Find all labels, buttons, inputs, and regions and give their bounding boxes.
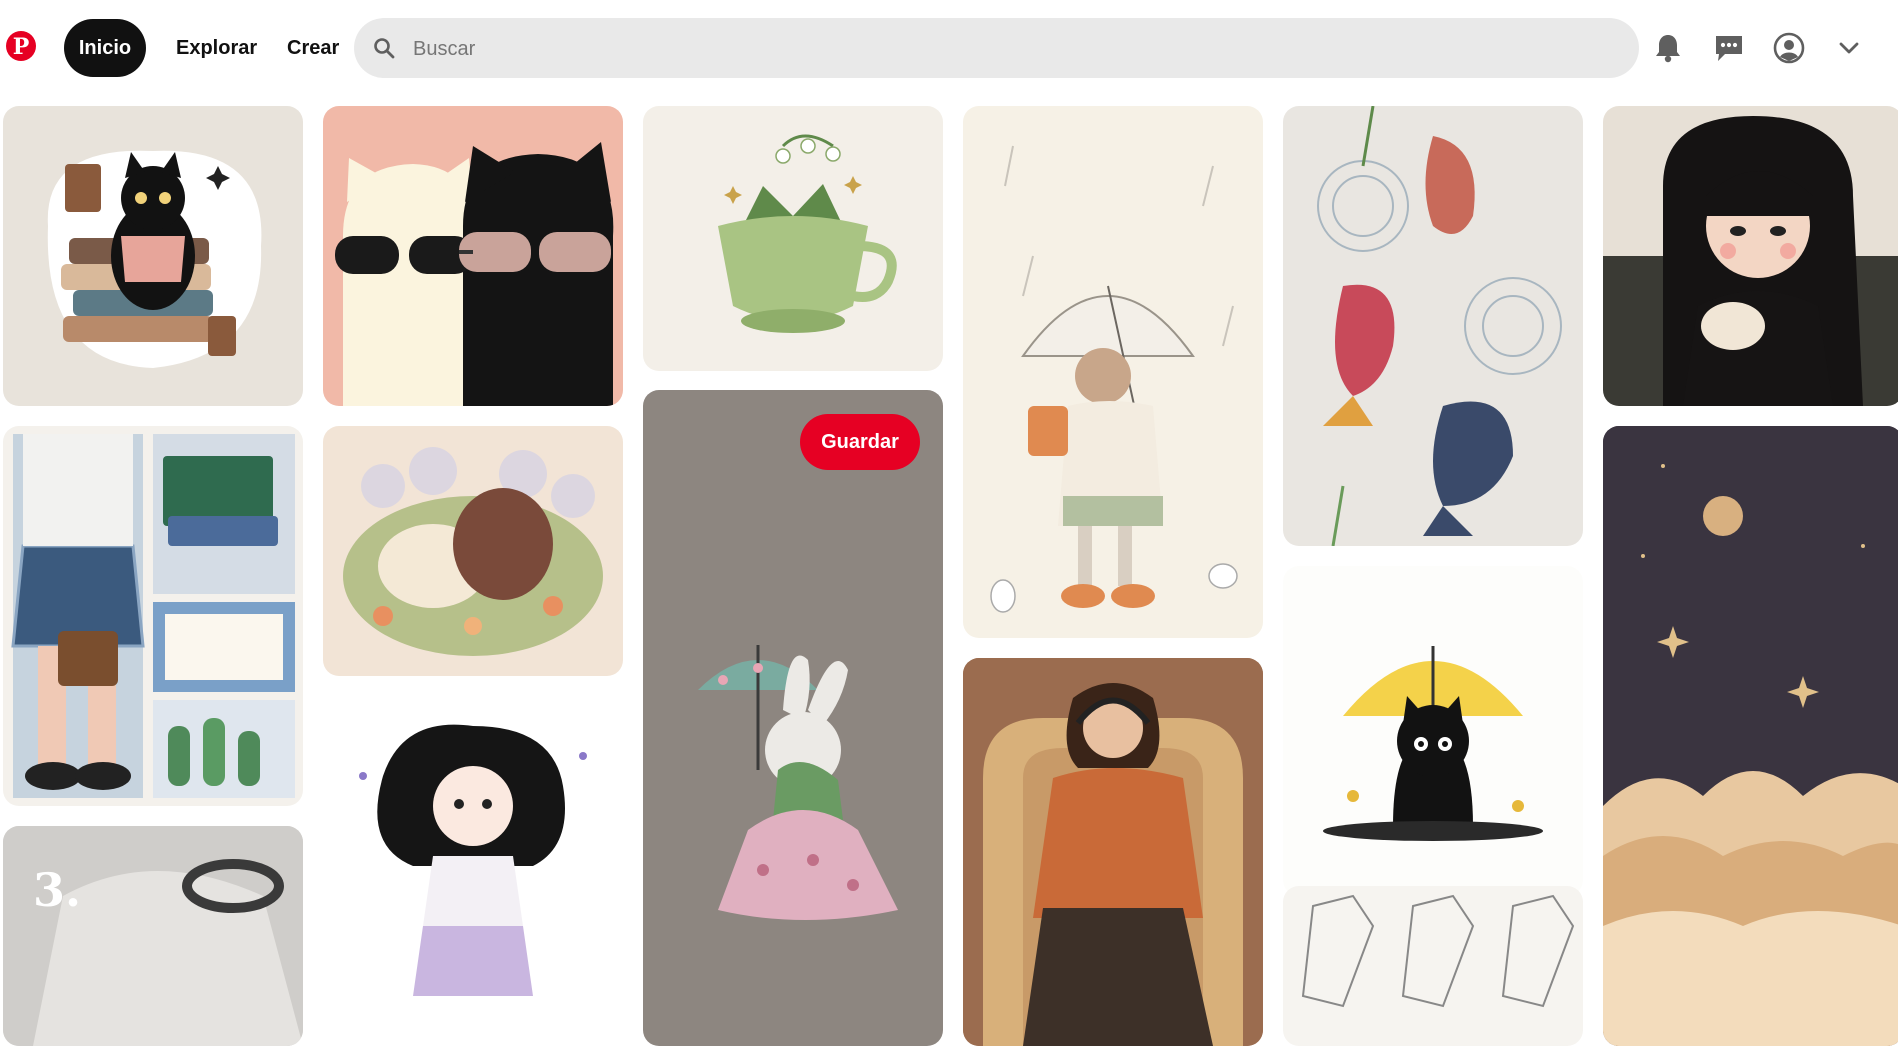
pin-card[interactable] [1283,886,1583,1046]
pin-card[interactable] [1283,106,1583,546]
pin-image [359,724,587,996]
pin-card[interactable] [323,106,623,406]
pin-card[interactable] [1603,106,1898,406]
nav-home-button[interactable]: Inicio [64,19,146,77]
profile-icon [1773,32,1805,64]
pin-image [1603,426,1898,1046]
pin-image [11,434,295,798]
pin-image [47,150,262,368]
nav-explore-link[interactable]: Explorar [176,19,257,77]
pin-image [1301,894,1575,1008]
account-menu-button[interactable] [1829,28,1869,68]
search-input[interactable] [411,18,1615,80]
search-icon [374,38,395,59]
logo-letter: P [12,34,30,60]
pin-card[interactable]: 3. [3,826,303,1046]
save-pin-button[interactable]: Guardar [800,414,920,470]
search-bar[interactable] [354,18,1639,80]
pin-image [343,447,603,656]
pin-card[interactable] [963,658,1263,1046]
pin-card[interactable] [963,106,1263,638]
svg-text:3.: 3. [33,863,81,917]
messages-icon [1716,36,1742,61]
pin-image [335,142,614,406]
notifications-button[interactable] [1648,28,1688,68]
pin-image [698,645,898,920]
pin-card[interactable] [3,106,303,406]
profile-button[interactable] [1769,28,1809,68]
pin-image [963,658,1263,1046]
chevron-down-icon [1839,42,1859,54]
pin-card[interactable] [643,106,943,371]
pin-image [990,145,1238,613]
messages-button[interactable] [1709,28,1749,68]
pin-card[interactable] [3,426,303,806]
pin-card[interactable] [1603,426,1898,1046]
pin-image: 3. [3,826,303,1046]
pin-image [718,134,897,333]
pin-image [1323,646,1543,841]
pin-image [1603,116,1898,406]
pinterest-logo[interactable]: P [6,31,36,61]
pin-card[interactable] [1283,566,1583,896]
bell-icon [1656,35,1680,63]
pin-card-hovered[interactable]: Guardar [643,390,943,1046]
pin-image [1317,106,1562,546]
nav-create-link[interactable]: Crear [287,19,339,77]
pin-card[interactable] [323,426,623,676]
top-navigation-bar: P Inicio Explorar Crear [0,0,1898,96]
pin-card[interactable] [323,696,623,1046]
